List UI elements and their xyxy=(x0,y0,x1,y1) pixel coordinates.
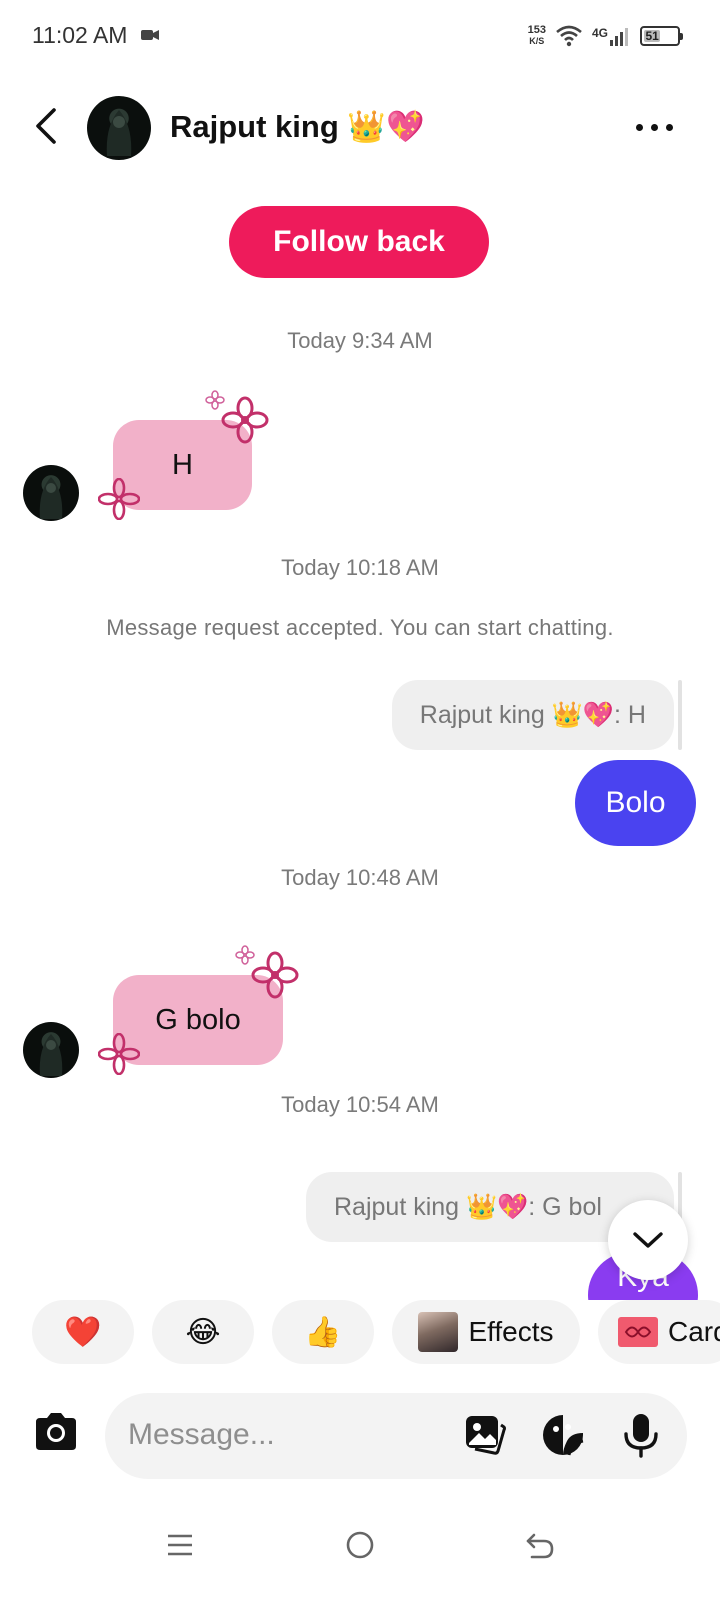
sender-avatar[interactable] xyxy=(23,465,79,521)
thumbs-up-reaction-button[interactable]: 👍 xyxy=(272,1300,374,1364)
chevron-left-icon xyxy=(36,108,56,144)
flower-decoration-icon xyxy=(251,951,299,999)
gallery-button[interactable] xyxy=(462,1412,508,1458)
message-text: G bolo xyxy=(155,1003,241,1036)
system-navigation-bar xyxy=(0,1500,720,1600)
cards-button[interactable]: Card xyxy=(598,1300,720,1364)
more-dot-icon xyxy=(650,123,658,131)
reply-indicator-bar xyxy=(678,680,682,750)
camera-icon xyxy=(36,1413,76,1450)
back-arrow-icon xyxy=(526,1533,554,1559)
contact-avatar[interactable] xyxy=(87,96,151,160)
gallery-icon xyxy=(466,1416,506,1455)
effect-thumbnail-icon xyxy=(418,1312,459,1352)
flower-decoration-icon xyxy=(205,390,225,410)
voice-message-button[interactable] xyxy=(618,1412,664,1458)
system-message: Message request accepted. You can start … xyxy=(106,615,614,640)
outgoing-message-bubble[interactable]: Bolo xyxy=(575,760,696,846)
battery-level: 51 xyxy=(644,29,661,43)
sender-avatar[interactable] xyxy=(23,1022,79,1078)
home-button[interactable] xyxy=(335,1520,385,1570)
follow-back-button[interactable]: Follow back xyxy=(229,206,489,278)
flower-decoration-icon xyxy=(235,945,255,965)
status-bar: 11:02 AM 153 K/S 4G 51 xyxy=(0,0,720,72)
cell-signal: 4G xyxy=(592,26,630,46)
sticker-icon xyxy=(543,1415,584,1456)
heart-emoji-icon: ❤️ xyxy=(64,1315,102,1349)
camera-button[interactable] xyxy=(32,1410,80,1454)
more-options-button[interactable] xyxy=(624,112,684,142)
status-time: 11:02 AM xyxy=(32,22,128,48)
home-circle-icon xyxy=(346,1531,374,1559)
cards-label: Card xyxy=(668,1316,720,1347)
avatar-figure-icon xyxy=(106,110,132,156)
recent-apps-button[interactable] xyxy=(155,1520,205,1570)
flower-decoration-icon xyxy=(98,1033,140,1075)
back-nav-button[interactable] xyxy=(515,1520,565,1570)
message-text: Bolo xyxy=(605,786,666,819)
laugh-reaction-button[interactable]: 😂 xyxy=(152,1300,254,1364)
avatar-figure-icon xyxy=(39,1034,63,1076)
timestamp: Today 10:54 AM xyxy=(281,1092,439,1117)
effects-label: Effects xyxy=(468,1316,554,1347)
effects-button[interactable]: Effects xyxy=(392,1300,580,1364)
chat-header: Rajput king 👑💖 xyxy=(0,90,720,166)
battery-icon: 51 xyxy=(640,26,683,46)
more-dot-icon xyxy=(635,123,643,131)
wifi-icon xyxy=(556,25,582,47)
timestamp: Today 9:34 AM xyxy=(287,328,433,353)
contact-name[interactable]: Rajput king 👑💖 xyxy=(170,108,425,145)
gift-card-icon xyxy=(618,1317,658,1347)
avatar-figure-icon xyxy=(39,477,63,519)
back-button[interactable] xyxy=(26,104,66,148)
status-icons: 153 K/S 4G 51 xyxy=(527,20,683,52)
message-text: H xyxy=(172,448,193,481)
thumbs-up-emoji-icon: 👍 xyxy=(304,1315,342,1349)
flower-decoration-icon xyxy=(98,478,140,520)
laughing-emoji-icon: 😂 xyxy=(185,1315,221,1349)
heart-reaction-button[interactable]: ❤️ xyxy=(32,1300,134,1364)
timestamp: Today 10:48 AM xyxy=(281,865,439,890)
scroll-to-bottom-button[interactable] xyxy=(608,1200,688,1280)
network-speed: 153 K/S xyxy=(527,24,546,47)
chevron-down-icon xyxy=(633,1232,663,1248)
more-dot-icon xyxy=(665,123,673,131)
reply-quote[interactable]: Rajput king 👑💖: H xyxy=(391,680,674,750)
message-input[interactable] xyxy=(128,1410,448,1460)
timestamp: Today 10:18 AM xyxy=(281,555,439,580)
quick-reactions-row: ❤️ 😂 👍 Effects Card xyxy=(0,1300,720,1366)
flower-decoration-icon xyxy=(221,396,269,444)
sticker-button[interactable] xyxy=(540,1412,586,1458)
signal-bars-icon xyxy=(610,28,628,46)
microphone-icon xyxy=(624,1414,658,1458)
video-camera-icon xyxy=(141,30,159,40)
menu-icon xyxy=(168,1534,192,1556)
